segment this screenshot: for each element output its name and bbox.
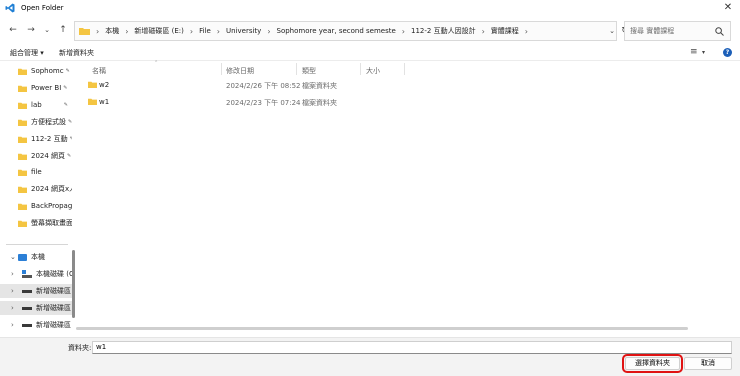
command-bar: 組合管理 ▾ 新增資料夾 ≡ ▾ ? — [0, 44, 740, 61]
sidebar-item-quick-access[interactable]: Sophomc ✎ — [0, 64, 72, 78]
file-date: 2024/2/26 下午 08:52 — [226, 82, 301, 90]
breadcrumb-item[interactable]: 實體課程 › — [491, 26, 534, 36]
file-type: 檔案資料夾 — [302, 99, 337, 107]
search-box[interactable]: 搜尋 實體課程 — [624, 21, 731, 41]
folder-icon — [18, 203, 27, 210]
folder-icon — [18, 119, 27, 126]
sidebar-item-drive[interactable]: › 本機磁碟 (C — [0, 267, 72, 281]
folder-icon — [18, 68, 27, 75]
sidebar-scrollbar[interactable] — [72, 250, 75, 318]
breadcrumb-item[interactable]: 新增磁碟區 (E:) › — [134, 26, 199, 36]
sidebar-item-quick-access[interactable]: BackPropag — [0, 199, 72, 213]
folder-icon — [18, 169, 27, 176]
navigation-bar: ← → ⌄ ↑ › 本機 › 新增磁碟區 (E:) › File › Universi… — [0, 20, 740, 42]
sidebar-item-drive[interactable]: › 新增磁碟區 — [0, 318, 72, 332]
file-row[interactable]: w1 2024/2/23 下午 07:24 檔案資料夾 — [76, 95, 740, 109]
select-folder-button[interactable]: 選擇資料夾 — [622, 354, 683, 373]
address-bar[interactable]: › 本機 › 新增磁碟區 (E:) › File › University › Soph… — [74, 21, 617, 41]
title-bar: Open Folder ✕ — [0, 0, 740, 16]
pin-icon: ✎ — [63, 102, 68, 108]
view-list-icon[interactable]: ≡ — [690, 47, 698, 57]
drive-icon — [22, 323, 32, 327]
sidebar-item-drive[interactable]: › 新增磁碟區 — [0, 301, 72, 315]
close-icon[interactable]: ✕ — [722, 2, 734, 14]
drive-icon — [22, 306, 32, 310]
sidebar-item-quick-access[interactable]: file — [0, 165, 72, 179]
breadcrumb-item[interactable]: 112-2 互動人因設計 › — [411, 26, 491, 36]
recent-chevron-icon[interactable]: ⌄ — [41, 24, 53, 36]
search-placeholder: 搜尋 實體課程 — [630, 27, 675, 35]
back-arrow-icon[interactable]: ← — [7, 24, 19, 36]
folder-icon — [88, 81, 97, 88]
sidebar-item-drive[interactable]: › 新增磁碟區 — [0, 284, 72, 298]
sidebar-item-quick-access[interactable]: Power BI ✎ — [0, 81, 72, 95]
column-divider[interactable] — [296, 63, 297, 75]
sidebar-item-quick-access[interactable]: 112-2 互動 ✎ — [0, 132, 72, 146]
folder-field-label: 資料夾: — [68, 344, 92, 352]
folder-name-input[interactable]: w1 — [92, 341, 732, 354]
pin-icon: ✎ — [65, 68, 70, 74]
sidebar-item-quick-access[interactable]: 2024 網頁x人 — [0, 182, 72, 196]
file-type: 檔案資料夾 — [302, 82, 337, 90]
chevron-down-icon[interactable]: ⌄ — [10, 253, 16, 261]
chevron-right-icon[interactable]: › — [11, 287, 14, 295]
forward-arrow-icon[interactable]: → — [25, 24, 37, 36]
folder-icon — [79, 28, 90, 35]
sidebar-divider — [6, 244, 68, 245]
column-divider[interactable] — [360, 63, 361, 75]
pin-icon: ✎ — [68, 119, 72, 125]
breadcrumb-item[interactable]: 本機 › — [105, 26, 134, 36]
sidebar-item-quick-access[interactable]: 2024 網頁 ✎ — [0, 149, 72, 163]
column-header-size[interactable]: 大小 — [366, 66, 380, 76]
column-header-name[interactable]: 名稱 — [92, 66, 106, 76]
pin-icon: ✎ — [63, 85, 68, 91]
breadcrumb-separator[interactable]: › — [96, 27, 105, 36]
sidebar-item-quick-access[interactable]: 螢幕擷取畫面 — [0, 216, 72, 230]
drive-icon — [22, 289, 32, 293]
file-date: 2024/2/23 下午 07:24 — [226, 99, 301, 107]
address-dropdown-icon[interactable]: ⌄ — [606, 25, 618, 37]
chevron-right-icon[interactable]: › — [11, 304, 14, 312]
chevron-right-icon[interactable]: › — [11, 321, 14, 329]
file-list: ⌃ 名稱 修改日期 類型 大小 w2 2024/2/26 下午 08:52 檔案… — [76, 60, 740, 337]
file-name: w1 — [99, 98, 110, 106]
folder-icon — [18, 136, 27, 143]
new-folder-button[interactable]: 新增資料夾 — [59, 48, 94, 58]
file-name: w2 — [99, 81, 110, 89]
folder-icon — [18, 102, 27, 109]
column-header-date[interactable]: 修改日期 — [226, 66, 254, 76]
system-drive-icon — [22, 270, 32, 278]
column-header-type[interactable]: 類型 — [302, 66, 316, 76]
vscode-app-icon — [5, 3, 15, 13]
pin-icon: ✎ — [67, 153, 72, 159]
column-divider[interactable] — [404, 63, 405, 75]
folder-icon — [18, 220, 27, 227]
navigation-pane: Sophomc ✎ Power BI ✎ lab ✎ 方便程式設 ✎ 112-2… — [0, 61, 76, 337]
sidebar-item-quick-access[interactable]: lab ✎ — [0, 98, 72, 112]
up-arrow-icon[interactable]: ↑ — [57, 24, 69, 36]
folder-icon — [18, 85, 27, 92]
organize-menu[interactable]: 組合管理 ▾ — [10, 48, 44, 58]
sidebar-item-this-pc[interactable]: ⌄ 本機 — [0, 250, 72, 264]
dialog-footer: 資料夾: w1 選擇資料夾 取消 — [0, 337, 740, 376]
folder-icon — [88, 98, 97, 105]
window-title: Open Folder — [21, 4, 64, 12]
folder-icon — [18, 153, 27, 160]
computer-icon — [18, 253, 27, 261]
folder-icon — [18, 186, 27, 193]
breadcrumb-item[interactable]: File › — [199, 27, 226, 36]
chevron-right-icon[interactable]: › — [11, 270, 14, 278]
breadcrumb-item[interactable]: Sophomore year, second semeste › — [277, 27, 411, 36]
cancel-button[interactable]: 取消 — [684, 357, 732, 370]
help-icon[interactable]: ? — [723, 48, 732, 57]
view-dropdown-icon[interactable]: ▾ — [702, 49, 705, 56]
search-icon[interactable] — [715, 27, 724, 36]
breadcrumb-item[interactable]: University › — [226, 27, 277, 36]
pin-icon: ✎ — [69, 136, 72, 142]
horizontal-scrollbar[interactable] — [76, 327, 688, 330]
sort-caret-icon: ⌃ — [154, 60, 159, 66]
column-divider[interactable] — [221, 63, 222, 75]
sidebar-item-quick-access[interactable]: 方便程式設 ✎ — [0, 115, 72, 129]
file-row[interactable]: w2 2024/2/26 下午 08:52 檔案資料夾 — [76, 78, 740, 92]
